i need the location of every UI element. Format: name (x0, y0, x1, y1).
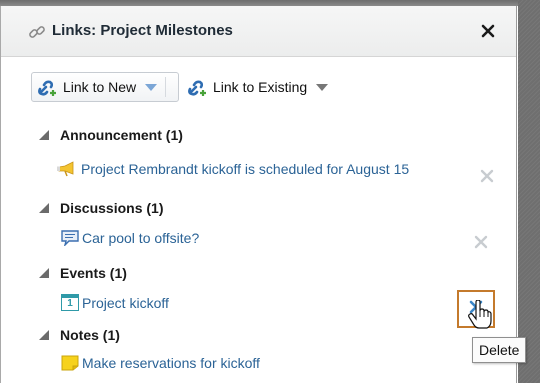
speech-bubble-icon (61, 230, 79, 246)
chevron-down-icon[interactable] (316, 83, 329, 91)
dialog-header: Links: Project Milestones (1, 6, 516, 57)
section-heading: Notes (1) (60, 327, 120, 343)
expand-triangle-icon[interactable] (39, 268, 49, 278)
item-label: Project kickoff (82, 294, 169, 311)
close-icon (481, 24, 495, 38)
expand-triangle-icon[interactable] (39, 330, 49, 340)
calendar-day: 1 (67, 298, 73, 309)
link-to-existing-button[interactable]: Link to Existing (187, 72, 329, 102)
link-to-new-label: Link to New (63, 79, 137, 95)
toolbar-divider (165, 77, 167, 97)
section-heading: Discussions (1) (60, 200, 164, 216)
section-events[interactable]: Events (1) (39, 265, 127, 281)
section-heading: Announcement (1) (60, 127, 183, 143)
item-label: Make reservations for kickoff (82, 355, 260, 371)
section-heading: Events (1) (60, 265, 127, 281)
sticky-note-icon (61, 355, 79, 371)
remove-link-icon[interactable] (473, 234, 489, 250)
chain-link-icon (29, 26, 45, 38)
linked-item-announcement[interactable]: Project Rembrandt kickoff is scheduled f… (56, 161, 409, 177)
megaphone-icon (57, 161, 74, 177)
dialog-title: Links: Project Milestones (52, 22, 233, 39)
links-dialog: Links: Project Milestones Link to New Li… (0, 6, 517, 383)
link-to-new-button[interactable]: Link to New (31, 72, 179, 102)
background-page-overlay (518, 0, 540, 383)
link-toolbar: Link to New Link to Existing (31, 72, 351, 102)
item-label: Project Rembrandt kickoff is scheduled f… (81, 161, 410, 177)
section-discussions[interactable]: Discussions (1) (39, 200, 163, 216)
chevron-down-icon[interactable] (145, 83, 158, 91)
item-label: Car pool to offsite? (82, 230, 200, 246)
linked-item-discussion[interactable]: Car pool to offsite? (61, 230, 199, 246)
section-announcement[interactable]: Announcement (1) (39, 127, 183, 143)
section-notes[interactable]: Notes (1) (39, 327, 120, 343)
hand-cursor-icon (468, 300, 492, 329)
delete-tooltip: Delete (472, 337, 527, 363)
expand-triangle-icon[interactable] (39, 203, 49, 213)
calendar-icon: 1 (61, 294, 79, 311)
linked-item-note[interactable]: Make reservations for kickoff (61, 355, 260, 371)
link-add-icon (38, 80, 56, 96)
close-button[interactable] (477, 20, 499, 42)
link-existing-icon (188, 80, 206, 96)
link-to-existing-label: Link to Existing (213, 79, 308, 95)
expand-triangle-icon[interactable] (39, 130, 49, 140)
remove-link-icon[interactable] (479, 168, 495, 184)
linked-item-event[interactable]: 1 Project kickoff (61, 294, 169, 311)
